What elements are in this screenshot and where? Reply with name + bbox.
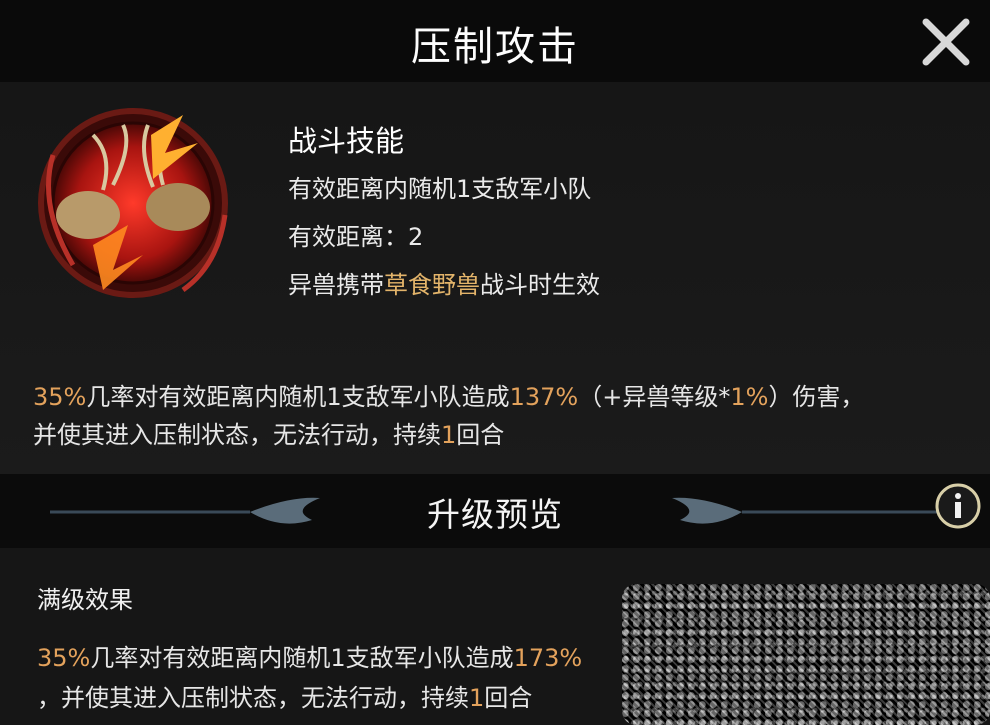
skill-info: 战斗技能 有效距离内随机1支敌军小队 有效距离：2 异兽携带草食野兽战斗时生效 [288,118,600,318]
condition-prefix: 异兽携带 [288,271,384,299]
max-duration: 1 [469,684,485,712]
desc-text: 几率对有效距离内随机1支敌军小队造成 [86,383,510,411]
skill-description: 35%几率对有效距离内随机1支敌军小队造成137%（+异兽等级*1%）伤害， 并… [33,378,973,454]
max-text: 几率对有效距离内随机1支敌军小队造成 [90,644,514,672]
info-icon[interactable] [934,482,982,530]
desc-damage: 137% [509,383,579,411]
max-text: ，并使其进入压制状态，无法行动，持续 [37,684,469,712]
condition-highlight: 草食野兽 [384,271,480,299]
desc-scaling: 1% [730,383,769,411]
title-bar: 压制攻击 [0,0,990,82]
skill-target: 有效距离内随机1支敌军小队 [288,175,592,203]
desc-duration: 1 [441,421,457,449]
desc-text: 并使其进入压制状态，无法行动，持续 [33,421,441,449]
close-icon[interactable] [918,14,974,70]
obscured-overlay [622,584,990,725]
skill-type: 战斗技能 [288,124,405,158]
max-chance: 35% [37,644,91,672]
desc-chance: 35% [33,383,87,411]
desc-text: （+异兽等级* [578,383,731,411]
desc-text: ）伤害， [768,383,865,411]
upgrade-preview-bar: 升级预览 [0,474,990,548]
desc-text: 回合 [456,421,505,449]
skill-range: 有效距离：2 [288,223,424,251]
max-level-label: 满级效果 [37,586,133,614]
stag-battle-skill-icon [33,95,233,305]
skill-condition: 异兽携带草食野兽战斗时生效 [288,270,600,300]
wing-ornament-right-icon [672,497,942,524]
max-damage: 173% [513,644,583,672]
dialog-title: 压制攻击 [411,24,579,70]
condition-suffix: 战斗时生效 [480,271,600,299]
max-text: 回合 [484,684,533,712]
